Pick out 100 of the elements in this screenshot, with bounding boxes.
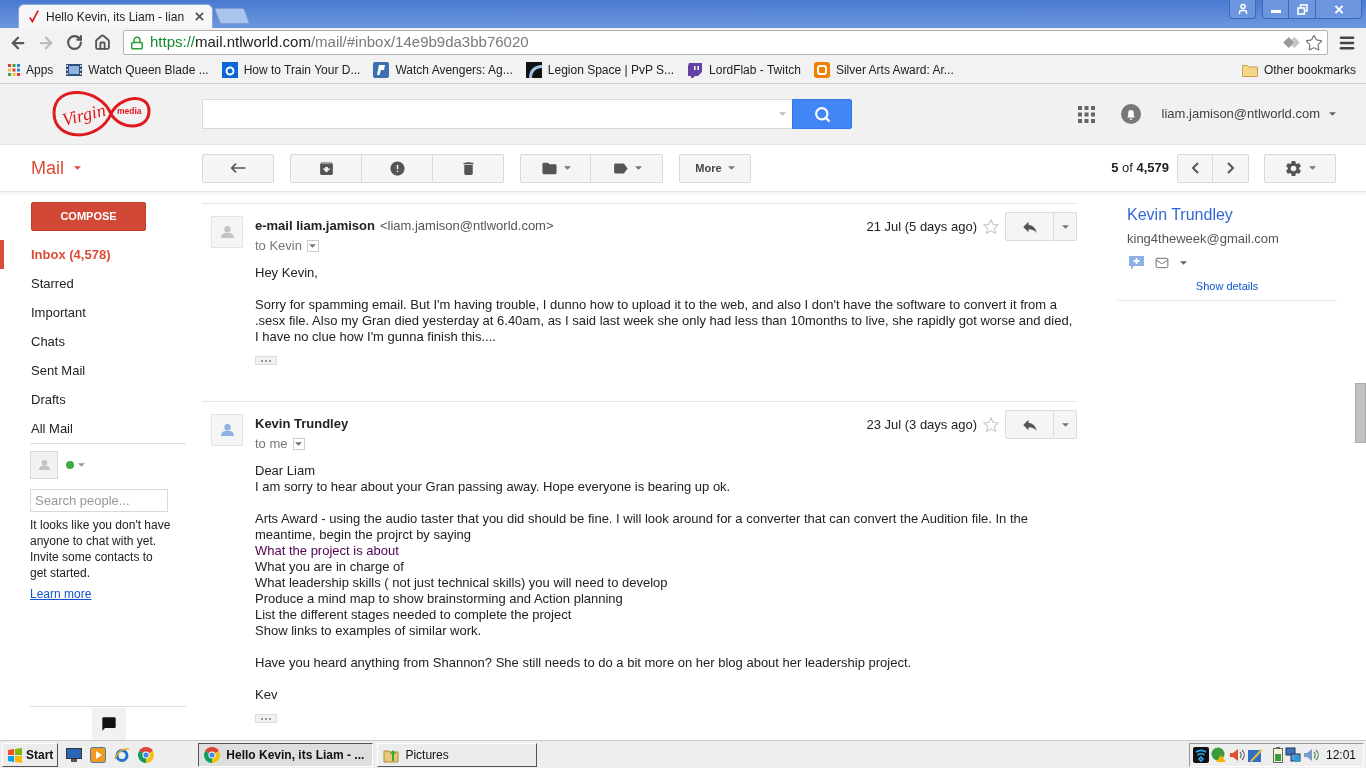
search-people-field[interactable]: Search people... <box>30 489 168 512</box>
move-to-button[interactable] <box>520 153 591 183</box>
search-button[interactable] <box>792 99 852 129</box>
flag-icon <box>7 746 23 763</box>
account-menu[interactable]: liam.jamison@ntlworld.com <box>1161 104 1336 124</box>
details-toggle[interactable] <box>307 240 319 252</box>
monitor-icon[interactable] <box>66 747 83 762</box>
folder-icon <box>1241 63 1258 77</box>
bookmark-link[interactable]: Legion Space | PvP S... <box>521 59 679 81</box>
archive-icon <box>317 159 335 177</box>
envelope-icon[interactable] <box>1154 256 1170 270</box>
circle-segments-icon <box>204 746 221 763</box>
reload-icon <box>65 34 83 51</box>
battery-icon[interactable] <box>1272 746 1283 763</box>
restore-icon <box>1296 3 1308 15</box>
browser-tab[interactable]: Hello Kevin, its Liam - lian <box>18 4 214 28</box>
chat-button[interactable] <box>92 708 126 740</box>
labels-button[interactable] <box>591 153 663 183</box>
caret-icon <box>1061 224 1069 229</box>
body-text: List the different stages needed to complete the project <box>255 607 573 623</box>
profile-button[interactable] <box>1229 0 1256 19</box>
ring-icon[interactable] <box>114 746 131 763</box>
speaker-icon[interactable] <box>1228 746 1245 763</box>
reply-button[interactable] <box>1005 212 1054 241</box>
bookmark-link[interactable]: Apps <box>4 59 58 81</box>
diamond-icon[interactable] <box>1282 36 1301 49</box>
sidebar-item[interactable]: Chats <box>0 327 202 356</box>
bookmark-link[interactable]: Silver Arts Award: Ar... <box>809 59 958 81</box>
scrollbar-thumb[interactable] <box>1355 383 1366 443</box>
sidebar-item[interactable]: All Mail <box>0 414 202 443</box>
sidebar-item[interactable]: Drafts <box>0 385 202 414</box>
archive-button[interactable] <box>290 153 362 183</box>
bookmark-folder[interactable]: Other bookmarks <box>1237 59 1360 81</box>
close-icon[interactable] <box>195 12 205 21</box>
bell-icon[interactable] <box>1120 104 1141 124</box>
report-spam-button[interactable] <box>362 153 433 183</box>
message-date: 21 Jul (5 days ago) <box>866 217 977 236</box>
learn-more-link[interactable]: Learn more <box>30 586 92 602</box>
show-trimmed-button[interactable] <box>255 356 277 365</box>
menu-icon <box>1338 33 1356 52</box>
bookmark-link[interactable]: How to Train Your D... <box>217 59 365 81</box>
close-icon <box>1333 4 1344 14</box>
app-menu[interactable]: Mail <box>31 154 81 182</box>
show-trimmed-button[interactable] <box>255 714 277 723</box>
wifi-icon[interactable] <box>1192 746 1209 763</box>
body-text: Produce a mind map to show brainstorming and Action planning <box>255 591 624 607</box>
avatar-tile[interactable] <box>30 451 58 479</box>
rounded-tile-icon <box>813 62 830 78</box>
delete-button[interactable] <box>433 153 504 183</box>
speech-bubble-icon <box>687 62 704 78</box>
details-toggle[interactable] <box>292 438 305 450</box>
taskbar-button[interactable]: Hello Kevin, its Liam - ... <box>198 742 374 767</box>
search-field[interactable] <box>202 99 792 129</box>
body-text: Dear Liam <box>255 463 316 479</box>
sidebar-item[interactable]: Important <box>0 298 202 327</box>
compose-button[interactable]: COMPOSE <box>31 202 146 231</box>
chat-notice: It looks like you don't have anyone to chat with yet. Invite some contacts to get started. <box>30 517 172 581</box>
dots-icon <box>261 717 271 720</box>
star-icon[interactable] <box>983 417 999 432</box>
star-icon[interactable] <box>1305 33 1323 52</box>
next-button[interactable] <box>1213 153 1249 183</box>
caret-icon <box>1180 261 1187 265</box>
start-button[interactable]: Start <box>2 742 59 767</box>
pen-icon[interactable] <box>1246 746 1263 763</box>
bookmark-link[interactable]: LordFlab - Twitch <box>683 59 805 81</box>
caret-icon <box>1061 422 1069 427</box>
apps-grid-icon[interactable] <box>1077 105 1095 123</box>
taskbar-button[interactable]: Pictures <box>377 742 538 767</box>
caret-icon <box>727 166 735 170</box>
restore-button[interactable] <box>1289 0 1316 19</box>
url-text: https://mail.ntlworld.com/mail/#inbox/14e9b9da3bb76020 <box>150 32 529 53</box>
body-text: What the project is about <box>255 543 400 559</box>
address-field[interactable]: https://mail.ntlworld.com/mail/#inbox/14e9b9da3bb76020 <box>123 30 1328 55</box>
caret-icon <box>779 112 786 116</box>
bookmark-link[interactable]: Watch Avengers: Ag... <box>369 59 517 81</box>
previous-button[interactable] <box>1177 153 1213 183</box>
contact-name[interactable]: Kevin Trundley <box>1117 205 1337 225</box>
minimize-button[interactable] <box>1262 0 1289 19</box>
recipient-label: to Kevin <box>255 237 302 255</box>
sidebar-item[interactable]: Sent Mail <box>0 356 202 385</box>
speech-bubble-icon <box>101 716 117 732</box>
caret-icon <box>634 166 642 170</box>
play-icon[interactable] <box>90 746 107 763</box>
reply-button[interactable] <box>1005 410 1054 439</box>
show-details-link[interactable]: Show details <box>1195 279 1259 293</box>
settings-button[interactable] <box>1264 153 1336 183</box>
network-icon[interactable] <box>1284 746 1301 763</box>
body-text: Hey Kevin, <box>255 265 319 281</box>
recipient-label: to me <box>255 435 288 453</box>
caret-icon <box>1309 166 1316 170</box>
star-icon[interactable] <box>983 219 999 234</box>
caret-icon <box>563 166 571 170</box>
caret-icon <box>309 244 317 248</box>
sidebar-item[interactable]: Inbox (4,578) <box>0 240 202 269</box>
more-button[interactable]: More <box>679 153 751 183</box>
body-text: What leadership skills ( not just technical skills) you will need to develop <box>255 575 669 591</box>
sidebar-item[interactable]: Starred <box>0 269 202 298</box>
contact-email: king4theweek@gmail.com <box>1126 230 1280 248</box>
close-window-button[interactable] <box>1316 0 1362 19</box>
bookmark-link[interactable]: Watch Queen Blade ... <box>62 59 213 81</box>
